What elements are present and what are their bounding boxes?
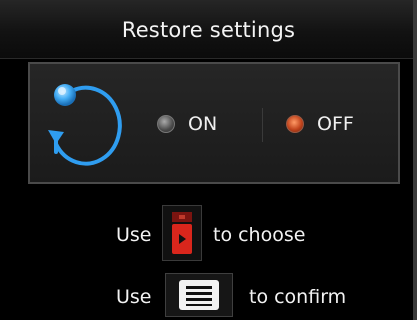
- radio-off-indicator: [286, 115, 304, 133]
- option-on-label: ON: [188, 113, 218, 135]
- option-off-label: OFF: [317, 113, 354, 135]
- option-on[interactable]: ON: [157, 110, 217, 138]
- option-off[interactable]: OFF: [286, 110, 354, 138]
- instruction-confirm: Use to confirm: [0, 270, 417, 320]
- settings-panel: ON OFF: [28, 62, 400, 184]
- menu-key-icon: [165, 273, 233, 317]
- instruction-choose-suffix: to choose: [213, 224, 306, 246]
- remote-arrow-key-icon: [162, 205, 202, 261]
- instruction-confirm-prefix: Use: [116, 286, 152, 308]
- restore-settings-screen: Restore settings ON OFF Use to choose Us…: [0, 0, 417, 320]
- instruction-choose: Use to choose: [0, 205, 417, 261]
- dialog-title: Restore settings: [121, 18, 296, 42]
- dialog-header: Restore settings: [0, 0, 417, 59]
- instruction-confirm-suffix: to confirm: [249, 286, 347, 308]
- instruction-choose-prefix: Use: [116, 224, 152, 246]
- option-divider: [262, 108, 263, 142]
- restore-icon: [48, 84, 122, 166]
- radio-on-indicator: [157, 115, 175, 133]
